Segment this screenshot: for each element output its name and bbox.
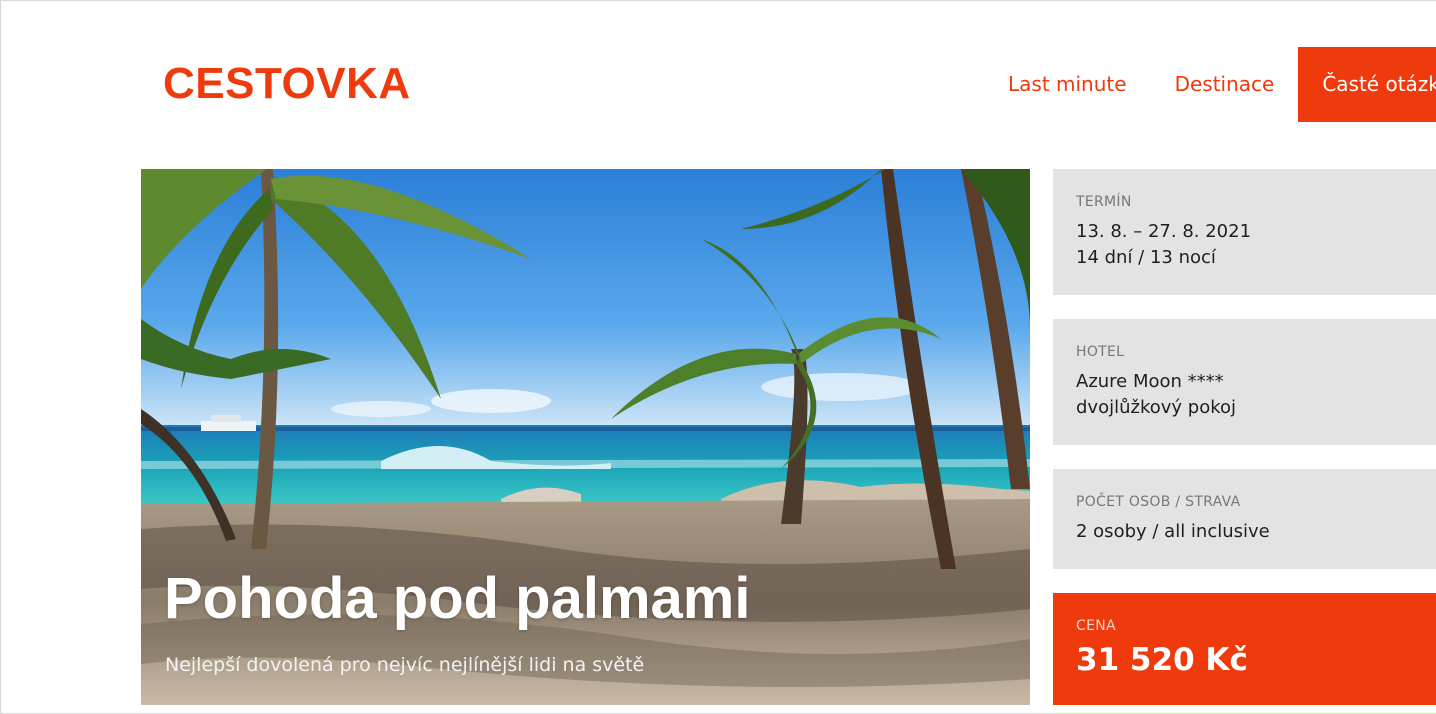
- nav-faq-button[interactable]: Časté otázky: [1298, 47, 1436, 122]
- hotel-name: Azure Moon ****: [1076, 371, 1224, 392]
- persons-label: POČET OSOB / STRAVA: [1076, 494, 1241, 510]
- hero-banner: Pohoda pod palmami Nejlepší dovolená pro…: [141, 169, 1030, 705]
- hotel-label: HOTEL: [1076, 344, 1125, 360]
- hotel-room: dvojlůžkový pokoj: [1076, 397, 1237, 418]
- hero-title: Pohoda pod palmami: [164, 566, 751, 631]
- persons-card: POČET OSOB / STRAVA 2 osoby / all inclus…: [1053, 469, 1436, 569]
- persons-board: 2 osoby / all inclusive: [1076, 521, 1270, 542]
- term-card: TERMÍN 13. 8. – 27. 8. 2021 14 dní / 13 …: [1053, 169, 1436, 295]
- price-label: CENA: [1076, 618, 1116, 634]
- hotel-card: HOTEL Azure Moon **** dvojlůžkový pokoj: [1053, 319, 1436, 445]
- nav-destinations[interactable]: Destinace: [1151, 47, 1299, 122]
- nav-last-minute[interactable]: Last minute: [984, 47, 1151, 122]
- price-card: CENA 31 520 Kč: [1053, 593, 1436, 705]
- term-duration: 14 dní / 13 nocí: [1076, 247, 1216, 268]
- term-dates: 13. 8. – 27. 8. 2021: [1076, 221, 1252, 242]
- main-nav: Last minute Destinace Časté otázky: [984, 47, 1436, 122]
- term-label: TERMÍN: [1076, 194, 1132, 210]
- price-value: 31 520 Kč: [1076, 642, 1248, 678]
- hero-subtitle: Nejlepší dovolená pro nejvíc nejlínější …: [165, 654, 645, 676]
- site-logo[interactable]: CESTOVKA: [163, 58, 411, 110]
